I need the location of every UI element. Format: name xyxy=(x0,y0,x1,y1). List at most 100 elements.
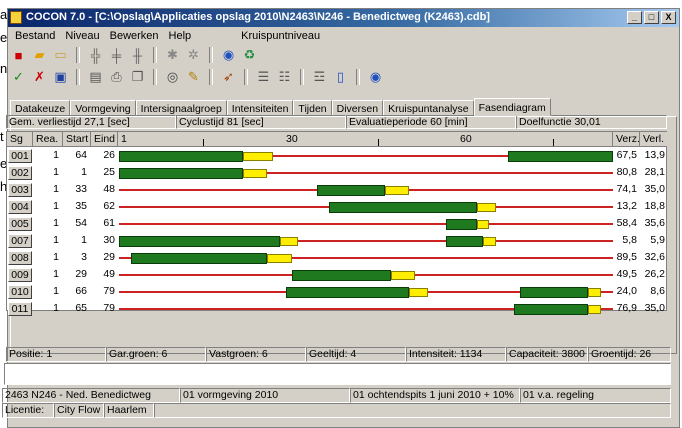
green-phase-bar[interactable] xyxy=(446,219,478,230)
maximize-button[interactable]: □ xyxy=(644,11,659,24)
eind-cell[interactable]: 48 xyxy=(91,182,115,197)
header-rea[interactable]: Rea. xyxy=(33,132,63,147)
rea-cell[interactable]: 1 xyxy=(33,148,59,163)
table-row[interactable]: 010 1 66 79 24,0 8,6 xyxy=(7,284,667,301)
start-cell[interactable]: 1 xyxy=(63,233,87,248)
header-start[interactable]: Start xyxy=(63,132,91,147)
edit-icon[interactable]: ▤ xyxy=(87,69,104,86)
intersection-icon[interactable]: ╪ xyxy=(108,47,125,64)
save-icon[interactable]: ▣ xyxy=(52,69,69,86)
green-phase-bar[interactable] xyxy=(291,270,391,281)
rea-cell[interactable]: 1 xyxy=(33,301,59,316)
rea-cell[interactable]: 1 xyxy=(33,250,59,265)
eind-cell[interactable]: 29 xyxy=(91,250,115,265)
tab-vormgeving[interactable]: Vormgeving xyxy=(70,100,136,116)
tab-diversen[interactable]: Diversen xyxy=(331,100,384,116)
start-cell[interactable]: 66 xyxy=(63,284,87,299)
yellow-phase-bar[interactable] xyxy=(267,254,292,263)
eind-cell[interactable]: 61 xyxy=(91,216,115,231)
rea-cell[interactable]: 1 xyxy=(33,233,59,248)
start-cell[interactable]: 1 xyxy=(63,165,87,180)
table-row[interactable]: 002 1 1 25 80,8 28,1 xyxy=(7,165,667,182)
list-icon[interactable]: ☰ xyxy=(255,69,272,86)
signal-group-cell[interactable]: 002 xyxy=(8,166,32,180)
yellow-phase-bar[interactable] xyxy=(588,288,601,297)
eind-cell[interactable]: 79 xyxy=(91,301,115,316)
copy-icon[interactable]: ❐ xyxy=(129,69,146,86)
yellow-phase-bar[interactable] xyxy=(242,152,274,161)
green-phase-bar[interactable] xyxy=(316,185,385,196)
check-icon[interactable]: ✓ xyxy=(10,69,27,86)
eind-cell[interactable]: 25 xyxy=(91,165,115,180)
help-icon[interactable]: ◉ xyxy=(220,47,237,64)
menu-help[interactable]: Help xyxy=(164,28,197,44)
yellow-phase-bar[interactable] xyxy=(242,169,268,178)
tab-tijden[interactable]: Tijden xyxy=(293,100,332,116)
align-icon[interactable]: ☷ xyxy=(276,69,293,86)
signal-group-cell[interactable]: 003 xyxy=(8,183,32,197)
cancel-icon[interactable]: ✗ xyxy=(31,69,48,86)
table-row[interactable]: 004 1 35 62 13,2 18,8 xyxy=(7,199,667,216)
yellow-phase-bar[interactable] xyxy=(477,220,490,229)
eind-cell[interactable]: 49 xyxy=(91,267,115,282)
new-icon[interactable]: ■ xyxy=(10,47,27,64)
yellow-phase-bar[interactable] xyxy=(483,237,496,246)
wrench-icon[interactable]: ✲ xyxy=(185,47,202,64)
signal-group-cell[interactable]: 001 xyxy=(8,149,32,163)
header-eind[interactable]: Eind xyxy=(91,132,118,147)
table-row[interactable]: 008 1 3 29 89,5 32,6 xyxy=(7,250,667,267)
table-row[interactable]: 007 1 1 30 5,8 5,9 xyxy=(7,233,667,250)
green-phase-bar[interactable] xyxy=(520,287,589,298)
signal-group-cell[interactable]: 008 xyxy=(8,251,32,265)
yellow-phase-bar[interactable] xyxy=(588,305,601,314)
rea-cell[interactable]: 1 xyxy=(33,199,59,214)
tab-intersignaalgroep[interactable]: Intersignaalgroep xyxy=(135,100,227,116)
green-phase-bar[interactable] xyxy=(514,304,589,315)
disc-icon[interactable]: ◎ xyxy=(164,69,181,86)
phase-diagram-grid[interactable]: Sg Rea. Start Eind 1 30 60 Verz. Verl. 0… xyxy=(6,131,667,316)
command-input[interactable] xyxy=(4,363,671,385)
pencil-icon[interactable]: ✎ xyxy=(185,69,202,86)
eind-cell[interactable]: 26 xyxy=(91,148,115,163)
green-phase-bar[interactable] xyxy=(508,151,613,162)
print-icon[interactable]: ⎙ xyxy=(108,69,125,86)
close-button[interactable]: X xyxy=(661,11,676,24)
menu-kruispuntniveau[interactable]: Kruispuntniveau xyxy=(236,28,325,44)
green-phase-bar[interactable] xyxy=(446,236,484,247)
columns-icon[interactable]: ☲ xyxy=(311,69,328,86)
table-row[interactable]: 011 1 65 79 76,9 35,0 xyxy=(7,301,667,318)
green-phase-bar[interactable] xyxy=(119,236,280,247)
rea-cell[interactable]: 1 xyxy=(33,284,59,299)
start-cell[interactable]: 33 xyxy=(63,182,87,197)
tools-icon[interactable]: ✱ xyxy=(164,47,181,64)
green-phase-bar[interactable] xyxy=(119,168,243,179)
app-icon[interactable] xyxy=(10,11,22,24)
green-phase-bar[interactable] xyxy=(131,253,268,264)
folder-icon[interactable]: ▭ xyxy=(52,47,69,64)
table-row[interactable]: 001 1 64 26 67,5 13,9 xyxy=(7,148,667,165)
menu-bestand[interactable]: Bestand xyxy=(10,28,60,44)
signal-group-cell[interactable]: 011 xyxy=(8,302,32,316)
title-bar[interactable]: COCON 7.0 - [C:\Opslag\Applicaties opsla… xyxy=(8,9,679,27)
green-phase-bar[interactable] xyxy=(119,151,243,162)
arrow-icon[interactable]: ➶ xyxy=(220,69,237,86)
signal-group-cell[interactable]: 009 xyxy=(8,268,32,282)
start-cell[interactable]: 64 xyxy=(63,148,87,163)
start-cell[interactable]: 3 xyxy=(63,250,87,265)
minimize-button[interactable]: _ xyxy=(627,11,642,24)
signal-group-cell[interactable]: 007 xyxy=(8,234,32,248)
yellow-phase-bar[interactable] xyxy=(409,288,428,297)
grid-icon[interactable]: ╬ xyxy=(87,47,104,64)
start-cell[interactable]: 35 xyxy=(63,199,87,214)
table-row[interactable]: 003 1 33 48 74,1 35,0 xyxy=(7,182,667,199)
rea-cell[interactable]: 1 xyxy=(33,165,59,180)
eind-cell[interactable]: 62 xyxy=(91,199,115,214)
header-verz[interactable]: Verz. xyxy=(613,132,640,147)
start-cell[interactable]: 54 xyxy=(63,216,87,231)
header-sg[interactable]: Sg xyxy=(7,132,33,147)
green-phase-bar[interactable] xyxy=(285,287,410,298)
start-cell[interactable]: 29 xyxy=(63,267,87,282)
info-icon[interactable]: ◉ xyxy=(367,69,384,86)
rea-cell[interactable]: 1 xyxy=(33,182,59,197)
menu-niveau[interactable]: Niveau xyxy=(60,28,104,44)
